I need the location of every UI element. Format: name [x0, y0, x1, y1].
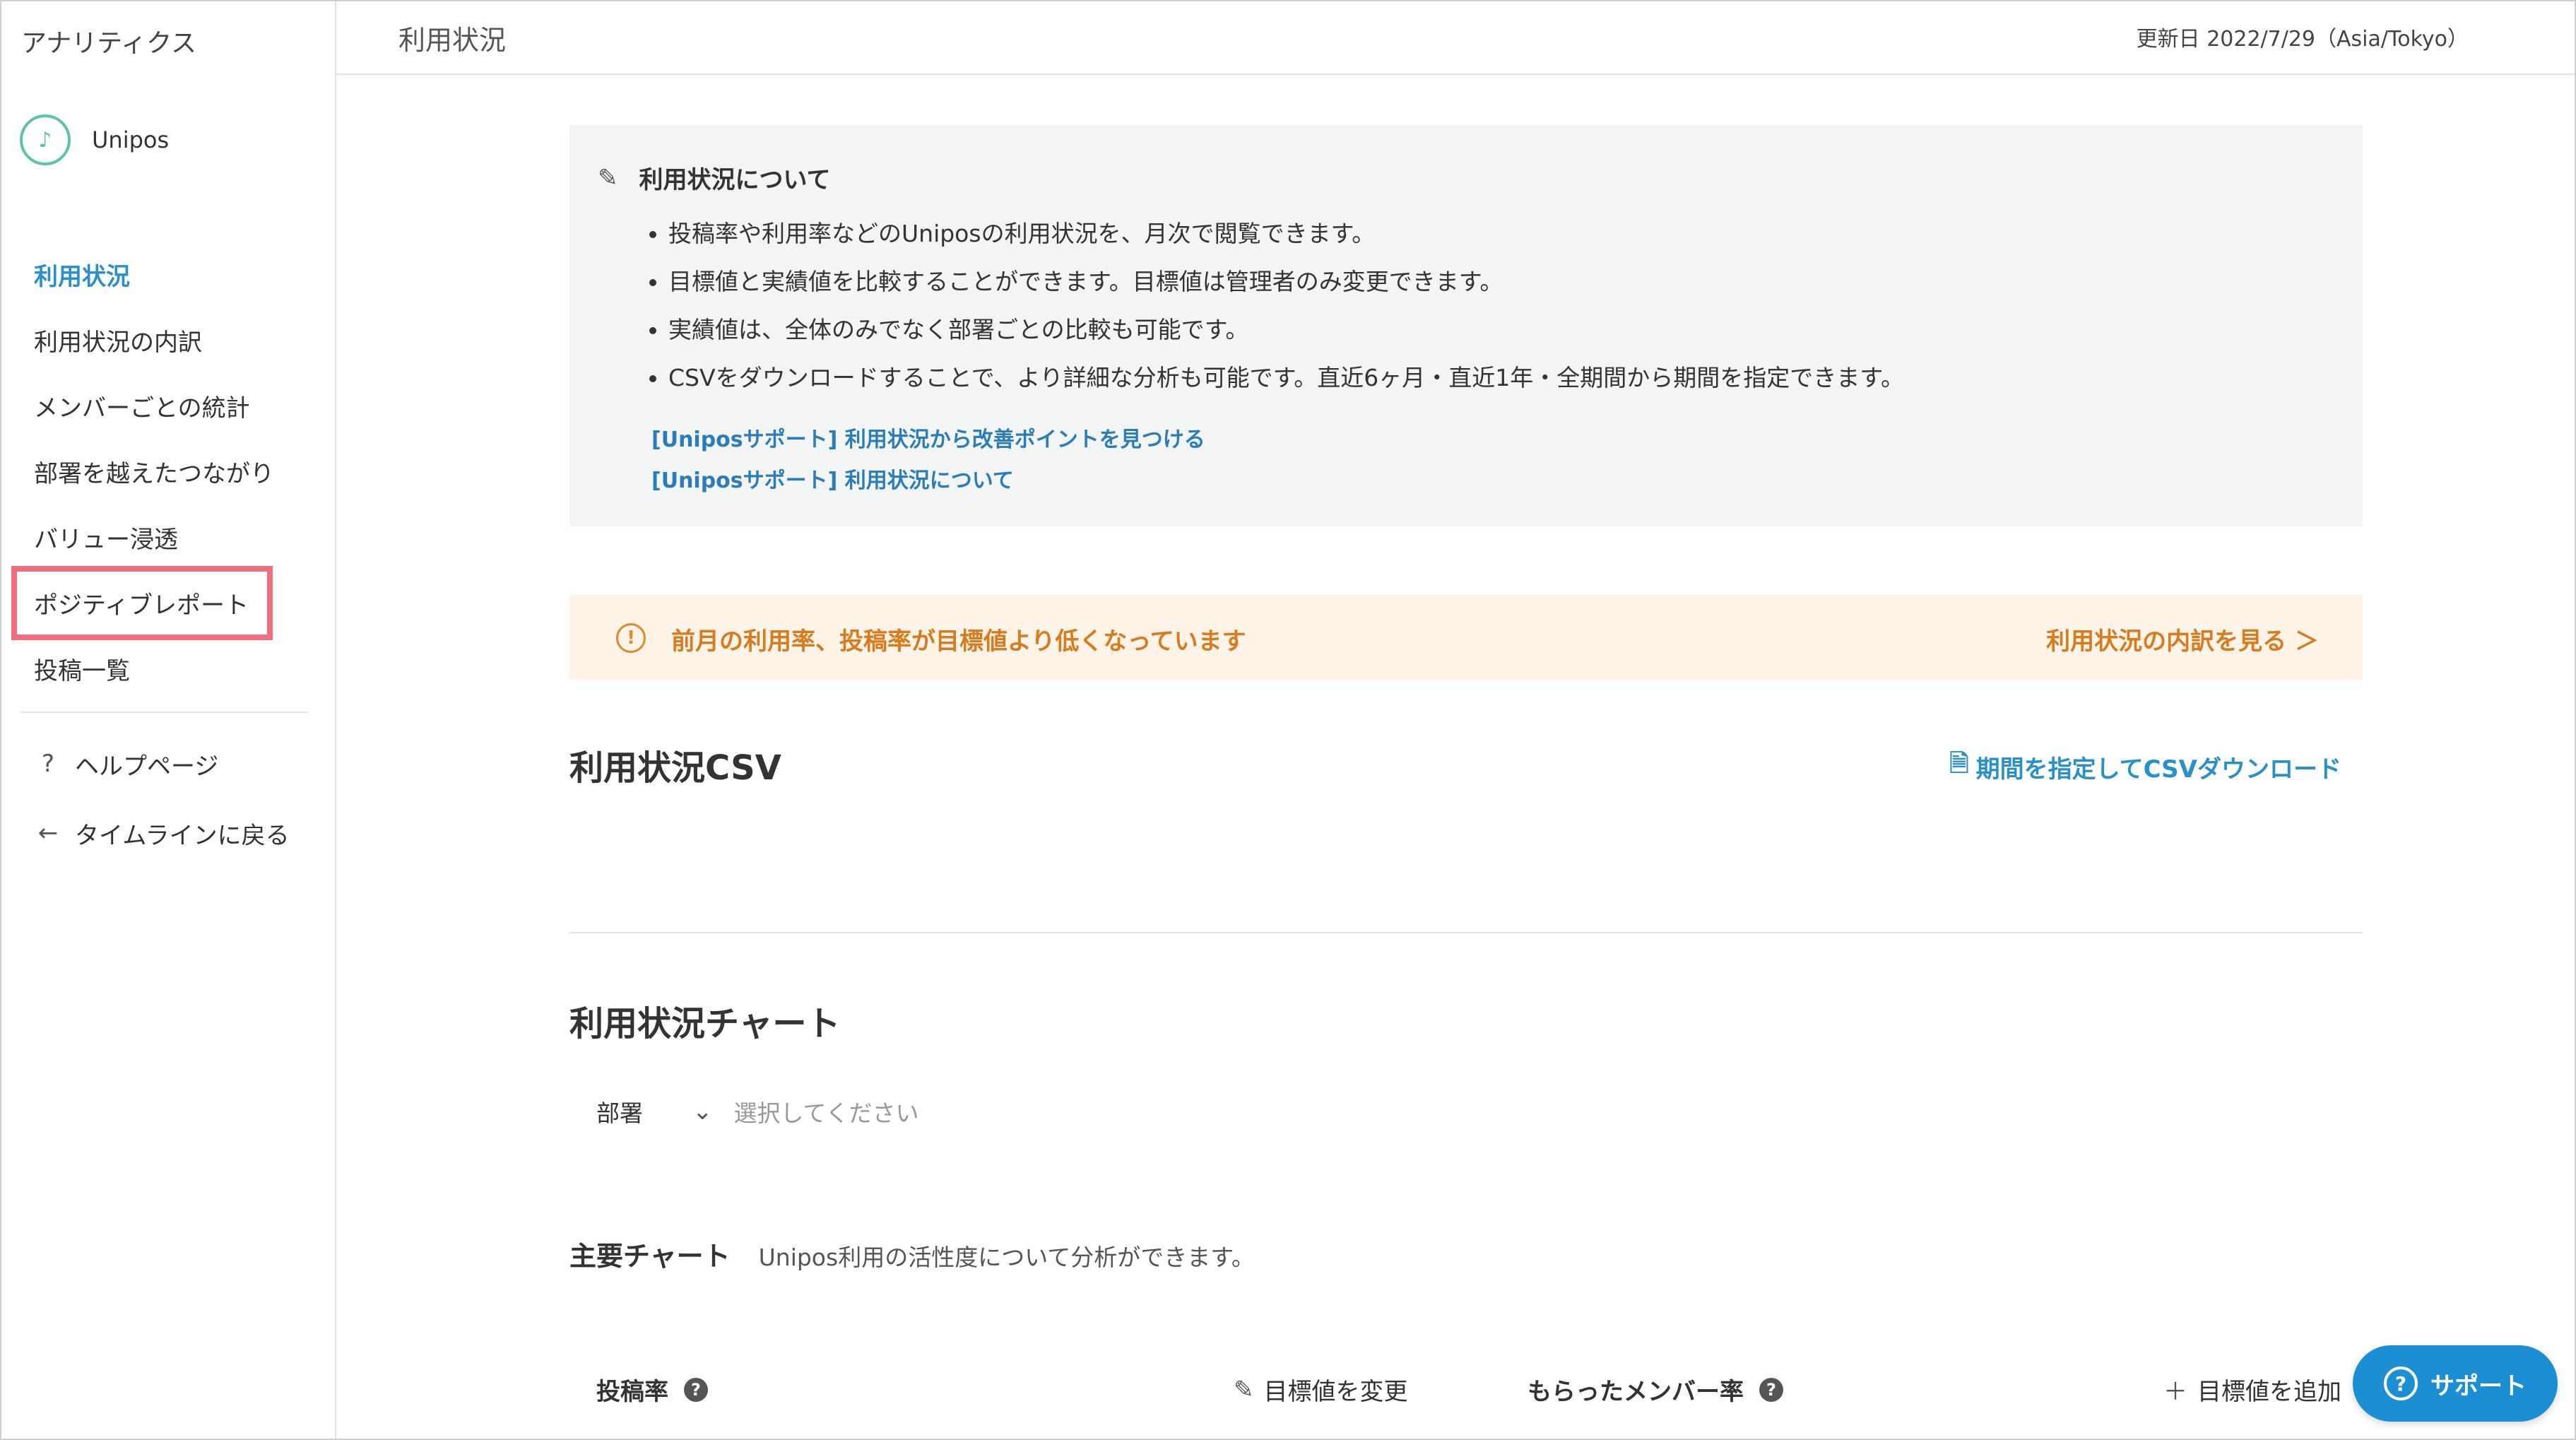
- main-chart-title: 主要チャート: [569, 1241, 731, 1272]
- sidebar-item-post-list[interactable]: 投稿一覧: [16, 636, 312, 702]
- support-link-usage[interactable]: [Uniposサポート] 利用状況について: [651, 463, 1014, 494]
- info-bullets: 投稿率や利用率などのUniposの利用状況を、月次で閲覧できます。 目標値と実績…: [640, 210, 1904, 402]
- warning-banner: ! 前月の利用率、投稿率が目標値より低くなっています 利用状況の内訳を見る ＞: [569, 595, 2363, 680]
- org-switcher[interactable]: ♪ Unipos: [20, 114, 169, 165]
- edit-target-label: 目標値を変更: [1263, 1378, 1408, 1406]
- department-filter: 部署 ⌄ 選択してください: [596, 1094, 919, 1128]
- org-name: Unipos: [92, 126, 170, 153]
- info-bullet: 実績値は、全体のみでなく部署ごとの比較も可能です。: [668, 306, 1904, 354]
- sidebar: アナリティクス ♪ Unipos 利用状況 利用状況の内訳 メンバーごとの統計 …: [1, 1, 336, 1439]
- info-bullet: CSVをダウンロードすることで、より詳細な分析も可能です。直近6ヶ月・直近1年・…: [668, 354, 1904, 402]
- question-icon[interactable]: ?: [684, 1377, 708, 1402]
- info-bullet: 投稿率や利用率などのUniposの利用状況を、月次で閲覧できます。: [668, 210, 1904, 258]
- sidebar-item-positive-report[interactable]: ポジティブレポート: [11, 566, 273, 640]
- sidebar-item-label: ヘルプページ: [75, 752, 219, 781]
- chart-section-title: 利用状況チャート: [569, 1004, 841, 1044]
- app-title: アナリティクス: [21, 29, 197, 58]
- department-placeholder: 選択してください: [733, 1099, 919, 1127]
- received-rate-label: もらったメンバー率: [1528, 1378, 1744, 1406]
- department-select[interactable]: ⌄ 選択してください: [692, 1094, 919, 1128]
- unipos-logo-icon: ♪: [20, 114, 71, 165]
- chevron-down-icon: ⌄: [692, 1097, 713, 1126]
- info-bullet: 目標値と実績値を比較することができます。目標値は管理者のみ変更できます。: [668, 258, 1904, 306]
- department-label: 部署: [596, 1099, 643, 1127]
- support-button[interactable]: ? サポート: [2353, 1345, 2558, 1422]
- info-panel: ✎ 利用状況について 投稿率や利用率などのUniposの利用状況を、月次で閲覧で…: [569, 125, 2363, 526]
- received-rate-title: もらったメンバー率 ?: [1528, 1372, 1783, 1407]
- add-target-label: 目標値を追加: [2197, 1378, 2341, 1406]
- help-icon: ?: [41, 750, 55, 778]
- main-chart-description: Unipos利用の活性度について分析ができます。: [758, 1244, 1255, 1271]
- sidebar-item-usage-breakdown[interactable]: 利用状況の内訳: [16, 307, 312, 373]
- view-breakdown-link[interactable]: 利用状況の内訳を見る ＞: [2046, 622, 2319, 656]
- sidebar-item-cross-department[interactable]: 部署を越えたつながり: [16, 439, 312, 504]
- page-header: 利用状況 更新日 2022/7/29（Asia/Tokyo）: [336, 1, 2575, 75]
- pencil-icon: ✎: [1234, 1375, 1254, 1404]
- sidebar-item-member-stats[interactable]: メンバーごとの統計: [16, 373, 312, 439]
- sidebar-secondary-nav: ? ヘルプページ ← タイムラインに戻る: [16, 729, 312, 868]
- question-icon[interactable]: ?: [1759, 1377, 1783, 1402]
- updated-date: 更新日 2022/7/29（Asia/Tokyo）: [2136, 27, 2469, 52]
- page-title: 利用状況: [398, 25, 507, 56]
- warning-icon: !: [616, 623, 646, 653]
- post-rate-title: 投稿率 ?: [596, 1372, 708, 1407]
- csv-download-button[interactable]: 🗎 期間を指定してCSVダウンロード: [1949, 747, 2341, 787]
- plus-icon: ＋: [2163, 1378, 2187, 1406]
- section-divider: [569, 932, 2363, 933]
- info-title-text: 利用状況について: [639, 166, 831, 194]
- csv-section-title: 利用状況CSV: [569, 748, 781, 788]
- support-link-improvement[interactable]: [Uniposサポート] 利用状況から改善ポイントを見つける: [651, 422, 1205, 453]
- pencil-icon: ✎: [598, 163, 618, 192]
- edit-target-button[interactable]: ✎ 目標値を変更: [1234, 1372, 1408, 1407]
- sidebar-item-label: タイムラインに戻る: [75, 821, 290, 850]
- sidebar-item-back-to-timeline[interactable]: ← タイムラインに戻る: [16, 798, 312, 868]
- sidebar-item-value-penetration[interactable]: バリュー浸透: [16, 504, 312, 570]
- sidebar-item-usage[interactable]: 利用状況: [16, 242, 312, 307]
- csv-download-label: 期間を指定してCSVダウンロード: [1975, 755, 2341, 784]
- post-rate-label: 投稿率: [596, 1378, 668, 1406]
- document-download-icon: 🗎: [1949, 750, 1969, 778]
- sidebar-item-help[interactable]: ? ヘルプページ: [16, 729, 312, 798]
- info-title: ✎ 利用状況について: [598, 160, 830, 195]
- support-label: サポート: [2430, 1371, 2527, 1400]
- arrow-left-icon: ←: [37, 819, 59, 847]
- question-circle-icon: ?: [2384, 1367, 2418, 1400]
- add-target-button[interactable]: ＋ 目標値を追加: [2163, 1372, 2341, 1407]
- app-window: アナリティクス ♪ Unipos 利用状況 利用状況の内訳 メンバーごとの統計 …: [0, 0, 2576, 1440]
- sidebar-nav: 利用状況 利用状況の内訳 メンバーごとの統計 部署を越えたつながり バリュー浸透…: [11, 242, 312, 702]
- warning-text: 前月の利用率、投稿率が目標値より低くなっています: [671, 627, 1246, 656]
- main-chart-header: 主要チャート Unipos利用の活性度について分析ができます。: [569, 1234, 1255, 1273]
- sidebar-divider: [21, 712, 308, 713]
